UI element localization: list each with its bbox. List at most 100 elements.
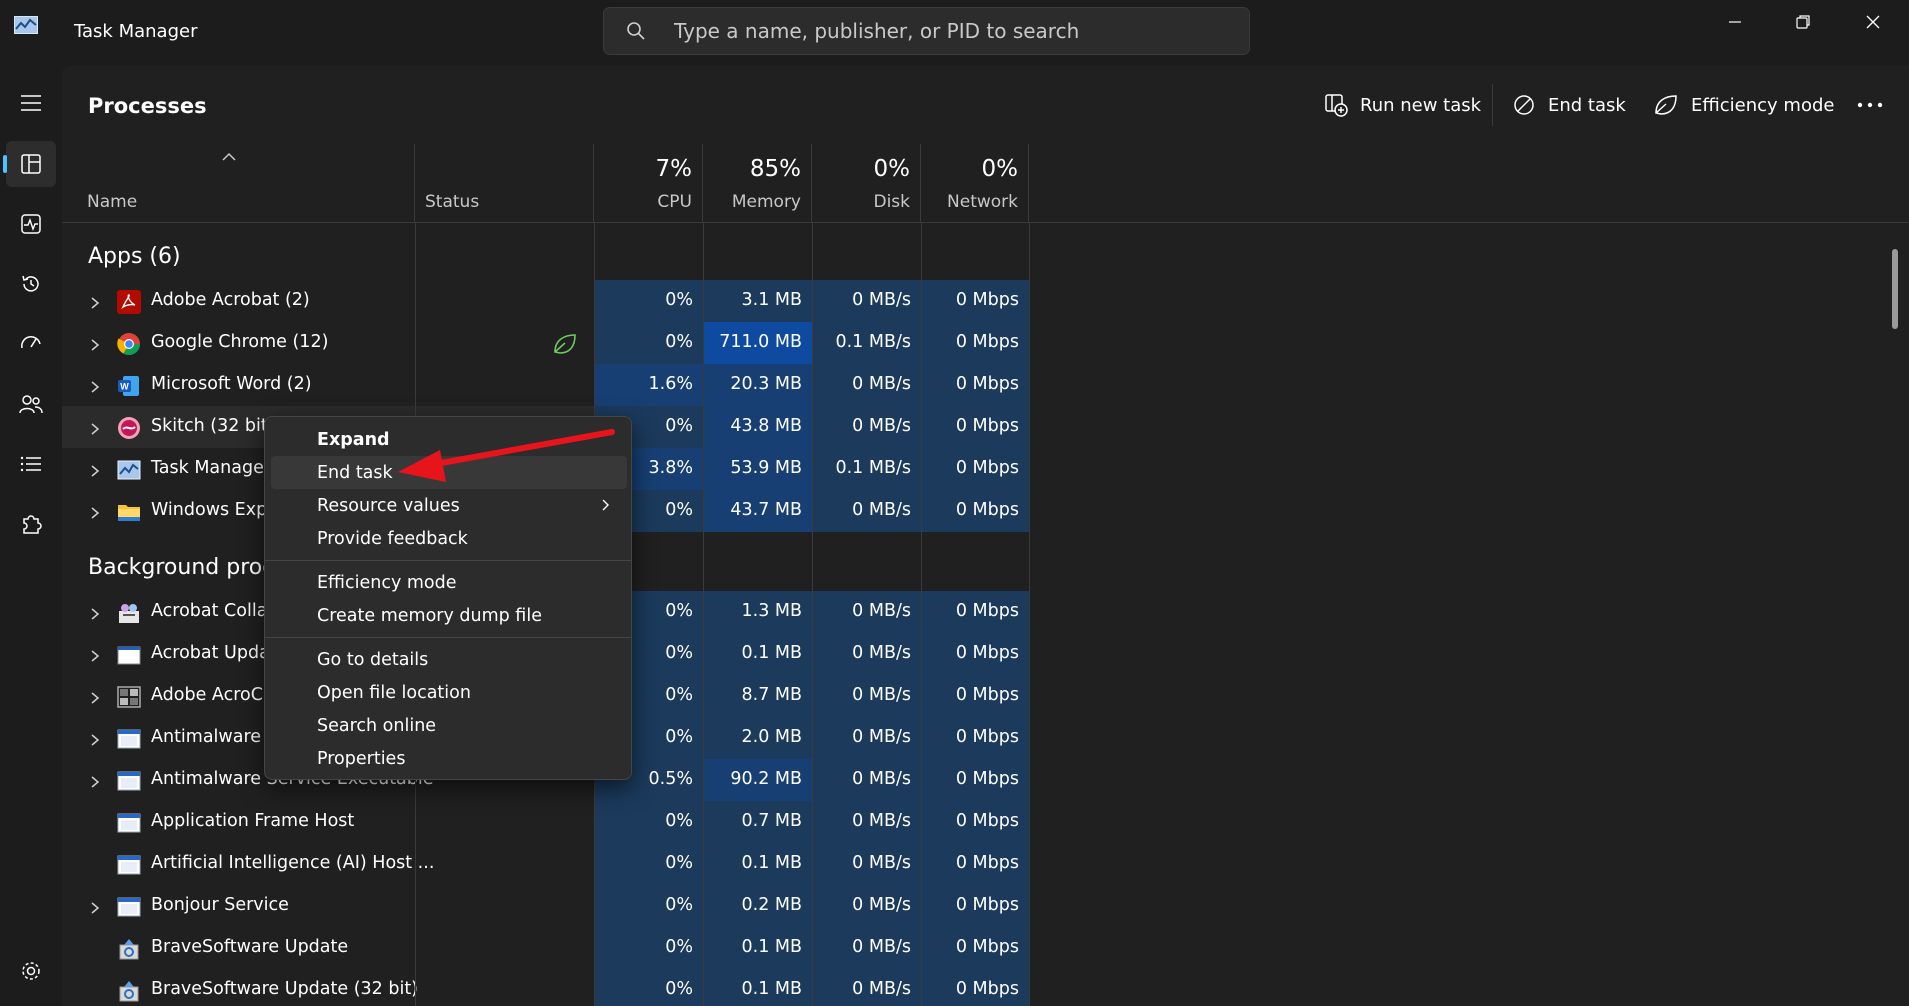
menu-item-go-to-details[interactable]: Go to details	[271, 643, 627, 676]
menu-item-resource-values[interactable]: Resource values	[271, 489, 627, 522]
menu-button[interactable]	[6, 80, 56, 126]
process-name: Acrobat Upda	[151, 643, 270, 663]
process-name: Adobe Acrobat (2)	[151, 290, 310, 310]
chrome-icon	[117, 332, 141, 356]
chevron-right-icon[interactable]	[90, 606, 100, 620]
menu-separator	[265, 560, 631, 561]
toolbar-divider	[1492, 84, 1493, 126]
process-row[interactable]: Bonjour Service 0% 0.2 MB 0 MB/s 0 Mbps	[62, 885, 1029, 927]
process-name: Application Frame Host	[151, 811, 355, 831]
minimize-button[interactable]	[1700, 0, 1770, 44]
chevron-right-icon[interactable]	[90, 648, 100, 662]
process-row[interactable]: W Microsoft Word (2) 1.6% 20.3 MB 0 MB/s 0 Mb…	[62, 364, 1029, 406]
column-header-status[interactable]: Status	[415, 144, 594, 222]
memory-cell: 0.2 MB	[703, 885, 812, 927]
memory-cell: 20.3 MB	[703, 364, 812, 406]
process-name: BraveSoftware Update	[151, 937, 349, 957]
nav-services[interactable]	[6, 501, 56, 547]
sort-ascending-icon	[222, 152, 236, 161]
skitch-icon	[117, 416, 141, 440]
process-row[interactable]: Google Chrome (12) 0% 711.0 MB 0.1 MB/s 0 Mb…	[62, 322, 1029, 364]
chevron-right-icon[interactable]	[90, 505, 100, 519]
column-header-network[interactable]: 0% Network	[921, 144, 1029, 222]
column-header-cpu[interactable]: 7% CPU	[594, 144, 703, 222]
menu-item-create-dump[interactable]: Create memory dump file	[271, 599, 627, 632]
process-row[interactable]: BraveSoftware Update (32 bit) 0% 0.1 MB 0 M…	[62, 969, 1029, 1006]
process-row[interactable]: BraveSoftware Update 0% 0.1 MB 0 MB/s 0 Mbps	[62, 927, 1029, 969]
disk-cell: 0 MB/s	[812, 591, 921, 633]
menu-item-provide-feedback[interactable]: Provide feedback	[271, 522, 627, 555]
run-new-task-button[interactable]: Run new task	[1324, 84, 1481, 126]
nav-settings[interactable]	[6, 948, 56, 994]
search-input[interactable]	[674, 16, 1234, 46]
end-task-button[interactable]: End task	[1512, 84, 1626, 126]
svg-text:W: W	[120, 382, 129, 392]
chevron-right-icon[interactable]	[90, 774, 100, 788]
efficiency-mode-button[interactable]: Efficiency mode	[1653, 84, 1834, 126]
chevron-right-icon[interactable]	[90, 732, 100, 746]
column-header-memory[interactable]: 85% Memory	[703, 144, 812, 222]
menu-item-search-online[interactable]: Search online	[271, 709, 627, 742]
section-title: Background proc	[88, 555, 275, 580]
close-button[interactable]	[1838, 0, 1908, 44]
restore-button[interactable]	[1768, 0, 1838, 44]
hamburger-icon	[21, 95, 41, 111]
service-icon	[117, 727, 141, 751]
nav-users[interactable]	[6, 381, 56, 427]
search-icon	[627, 22, 645, 40]
menu-item-properties[interactable]: Properties	[271, 742, 627, 775]
chevron-right-icon[interactable]	[90, 463, 100, 477]
memory-cell: 711.0 MB	[703, 322, 812, 364]
memory-total: 85%	[749, 156, 801, 182]
word-icon: W	[117, 374, 141, 398]
memory-cell: 0.7 MB	[703, 801, 812, 843]
nav-details[interactable]	[6, 441, 56, 487]
leaf-icon	[1655, 95, 1677, 115]
chevron-right-icon[interactable]	[90, 379, 100, 393]
end-task-label: End task	[1548, 94, 1626, 116]
column-disk-label: Disk	[873, 192, 910, 212]
disk-cell: 0 MB/s	[812, 633, 921, 675]
disk-cell: 0 MB/s	[812, 759, 921, 801]
menu-item-efficiency-mode[interactable]: Efficiency mode	[271, 566, 627, 599]
disk-cell: 0.1 MB/s	[812, 322, 921, 364]
menu-item-open-file-location[interactable]: Open file location	[271, 676, 627, 709]
chevron-right-icon[interactable]	[90, 900, 100, 914]
network-cell: 0 Mbps	[921, 927, 1029, 969]
processes-icon	[21, 154, 41, 174]
more-options-button[interactable]	[1857, 84, 1895, 126]
process-name: Google Chrome (12)	[151, 332, 329, 352]
process-row[interactable]: Application Frame Host 0% 0.7 MB 0 MB/s 0 Mb…	[62, 801, 1029, 843]
minimize-icon	[1729, 21, 1741, 23]
column-header-name[interactable]: Name	[62, 144, 415, 222]
disk-cell: 0 MB/s	[812, 280, 921, 322]
process-row[interactable]: Artificial Intelligence (AI) Host ... 0% 0…	[62, 843, 1029, 885]
menu-item-expand[interactable]: Expand	[271, 423, 627, 456]
process-name: BraveSoftware Update (32 bit)	[151, 979, 419, 999]
network-cell: 0 Mbps	[921, 364, 1029, 406]
chevron-right-icon[interactable]	[90, 337, 100, 351]
page-header: Processes Run new task End task Efficien…	[62, 66, 1909, 144]
process-row[interactable]: Adobe Acrobat (2) 0% 3.1 MB 0 MB/s 0 Mbps	[62, 280, 1029, 322]
network-cell: 0 Mbps	[921, 969, 1029, 1006]
process-name: Windows Expl	[151, 500, 273, 520]
process-name: Antimalware C	[151, 727, 279, 747]
nav-startup-apps[interactable]	[6, 321, 56, 367]
search-box[interactable]	[603, 7, 1250, 55]
network-cell: 0 Mbps	[921, 885, 1029, 927]
column-header-disk[interactable]: 0% Disk	[812, 144, 921, 222]
scrollbar-thumb[interactable]	[1892, 249, 1898, 329]
chevron-right-icon[interactable]	[90, 295, 100, 309]
disk-cell: 0 MB/s	[812, 801, 921, 843]
nav-processes[interactable]	[3, 141, 56, 187]
process-name: Artificial Intelligence (AI) Host ...	[151, 853, 435, 873]
chevron-right-icon[interactable]	[90, 690, 100, 704]
network-cell: 0 Mbps	[921, 406, 1029, 448]
service-icon	[117, 811, 141, 835]
nav-performance[interactable]	[6, 201, 56, 247]
chevron-right-icon[interactable]	[90, 421, 100, 435]
service-icon	[117, 769, 141, 793]
memory-cell: 0.1 MB	[703, 633, 812, 675]
nav-app-history[interactable]	[6, 261, 56, 307]
menu-item-end-task[interactable]: End task	[271, 456, 627, 489]
